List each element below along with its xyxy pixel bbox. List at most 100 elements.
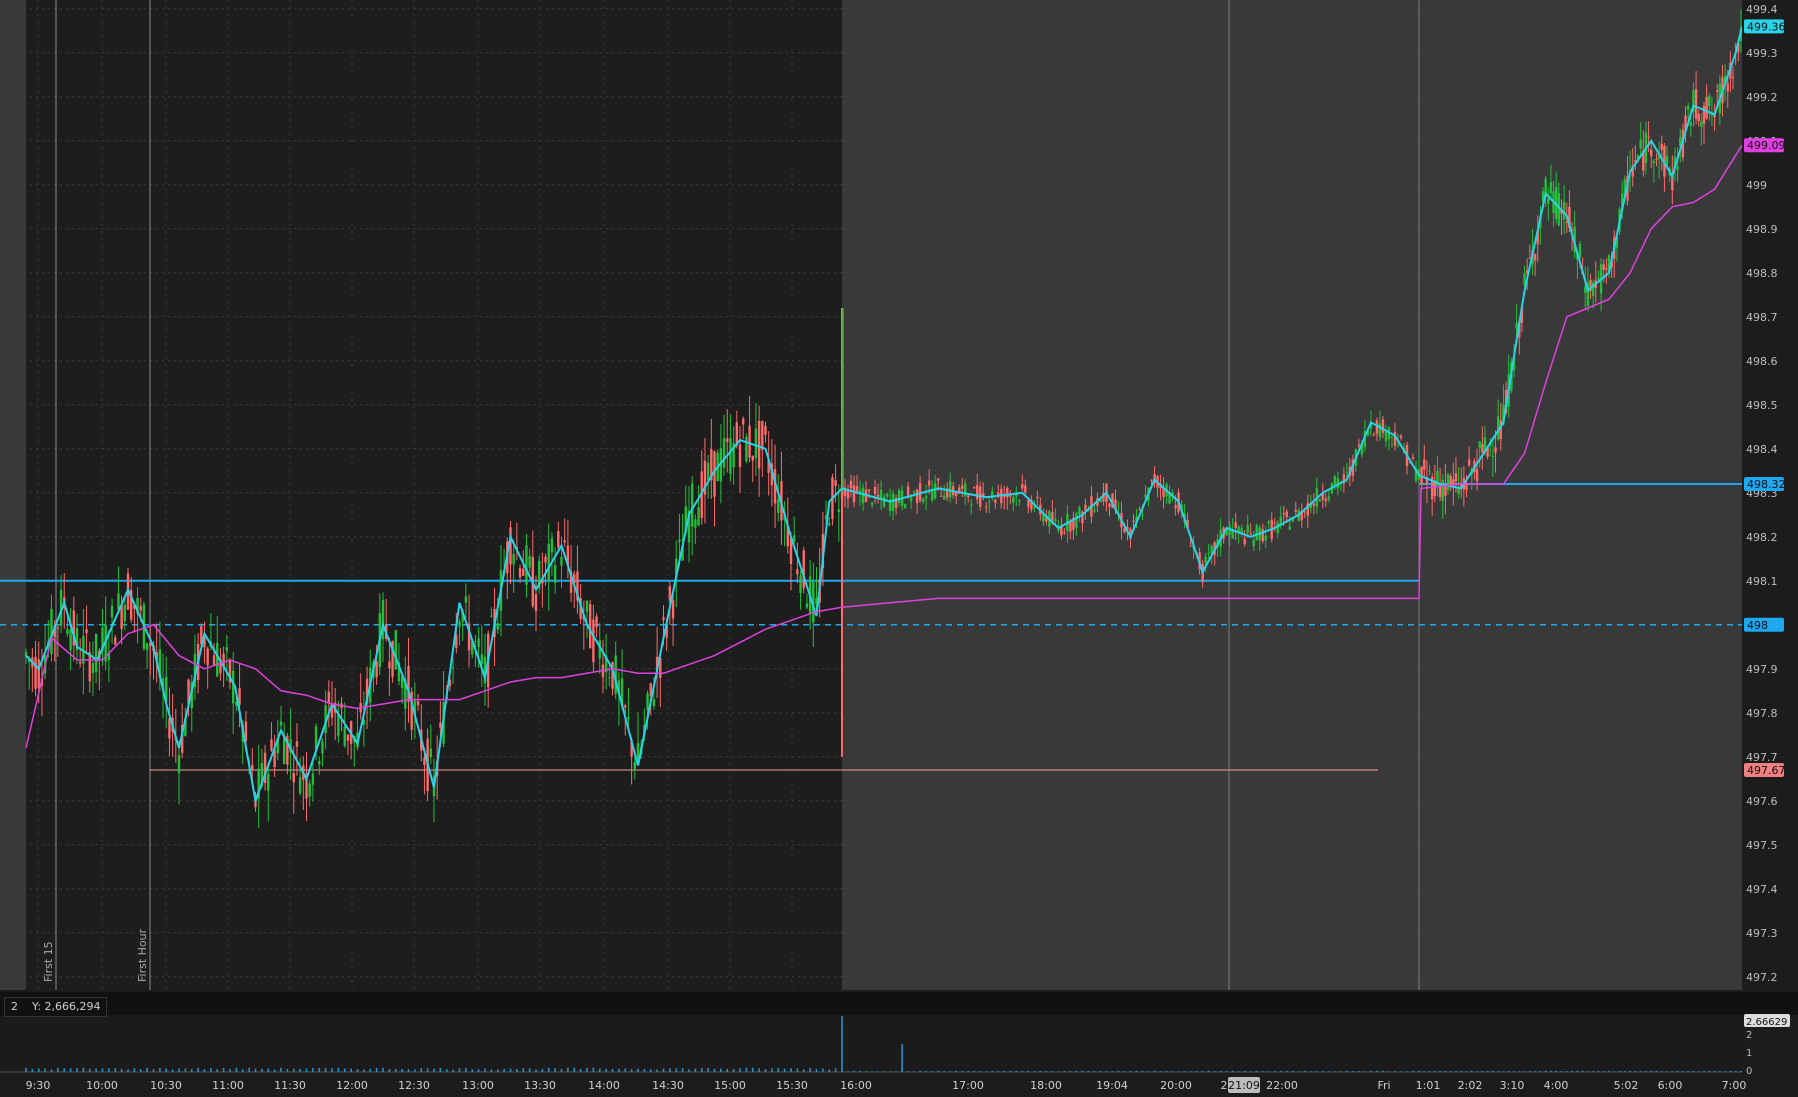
candle-body	[927, 480, 931, 486]
volume-bar	[1423, 1071, 1426, 1072]
candle-body	[394, 630, 397, 670]
volume-bar	[286, 1069, 289, 1072]
volume-bar	[901, 1044, 903, 1072]
candle-body	[754, 428, 758, 459]
y-tick-label: 498.8	[1746, 267, 1778, 280]
candle-body	[1475, 469, 1479, 482]
volume-bar	[764, 1069, 767, 1072]
volume-bar	[783, 1068, 786, 1072]
volume-bar	[567, 1067, 569, 1072]
candle-body	[867, 489, 871, 491]
volume-bar	[700, 1068, 703, 1072]
volume-bar	[1334, 1071, 1336, 1072]
candle-body	[139, 606, 142, 611]
volume-bar	[1027, 1070, 1030, 1072]
candle-body	[1686, 105, 1690, 110]
volume-bar	[439, 1067, 442, 1072]
price-chart[interactable]: 497.2 497.3 497.4 497.5 497.6 497.7 497.8 497.9…	[0, 0, 1798, 1097]
candle-body	[1294, 509, 1297, 512]
candle-body	[1234, 522, 1237, 528]
volume-bar	[101, 1068, 104, 1072]
candle-body	[942, 495, 946, 500]
volume-bar	[985, 1071, 988, 1072]
x-tick-label: 7:00	[1722, 1079, 1747, 1092]
volume-bar	[37, 1068, 40, 1072]
candle-body	[66, 629, 69, 634]
volume-bar	[720, 1068, 722, 1072]
volume-bar	[452, 1069, 454, 1072]
x-tick-label: 2:02	[1458, 1079, 1483, 1092]
volume-bar	[299, 1068, 301, 1072]
candle-body	[550, 538, 554, 553]
volume-bar	[1195, 1070, 1198, 1072]
y-tick-label: 498.6	[1746, 355, 1778, 368]
candle-body	[212, 655, 216, 666]
volume-bar	[745, 1067, 748, 1072]
candle-body	[1702, 105, 1706, 124]
pane-index: 2	[11, 1000, 18, 1013]
y-tick-label: 498.2	[1746, 531, 1778, 544]
volume-bar	[973, 1070, 976, 1072]
session-marker-label: First 15	[42, 941, 55, 982]
candle-body	[1700, 121, 1703, 127]
candle-body	[1132, 520, 1135, 522]
x-tick-label: 11:00	[212, 1079, 244, 1092]
candle-body	[145, 643, 149, 650]
candle-body	[1731, 76, 1735, 78]
volume-bar	[547, 1067, 550, 1072]
candle-body	[177, 755, 181, 773]
volume-bar	[114, 1068, 117, 1072]
candle-body	[1494, 447, 1497, 453]
volume-bar	[235, 1067, 238, 1072]
volume-bar	[1231, 1070, 1234, 1072]
volume-bar	[1177, 1071, 1180, 1072]
candle-body	[909, 497, 913, 502]
candle-body	[1318, 499, 1322, 502]
volume-bar	[1117, 1070, 1120, 1072]
volume-bar	[1507, 1070, 1510, 1072]
volume-bar	[1692, 1070, 1695, 1072]
volume-bar	[598, 1068, 601, 1072]
volume-bar	[1449, 1071, 1452, 1072]
x-tick-label: 12:00	[336, 1079, 368, 1092]
volume-bar	[979, 1071, 982, 1072]
volume-bar	[1539, 1070, 1542, 1072]
volume-bar	[1147, 1071, 1150, 1072]
candle-body	[563, 540, 566, 543]
volume-bar	[828, 1069, 831, 1072]
x-tick-label: Fri	[1377, 1079, 1390, 1092]
volume-bar	[1703, 1070, 1705, 1072]
regular-session-bg	[26, 0, 842, 990]
x-tick-label: 14:30	[652, 1079, 684, 1092]
x-tick-label: 15:00	[714, 1079, 746, 1092]
candle-body	[1652, 160, 1656, 164]
volume-bar	[1555, 1070, 1558, 1072]
candle-body	[346, 734, 350, 741]
candle-body	[416, 701, 420, 706]
volume-bar	[618, 1068, 620, 1072]
volume-bar	[1486, 1071, 1489, 1072]
volume-bar	[1650, 1070, 1653, 1072]
volume-bar	[943, 1070, 945, 1072]
candle-body	[547, 543, 550, 581]
candle-body	[1327, 496, 1331, 500]
volume-bar	[1434, 1071, 1436, 1072]
volume-bar	[955, 1070, 957, 1072]
candle-body	[464, 596, 468, 603]
volume-bar	[292, 1068, 295, 1072]
volume-bar	[1645, 1071, 1647, 1072]
volume-bar	[541, 1068, 544, 1072]
candle-body	[321, 741, 324, 754]
candle-body	[1075, 513, 1078, 528]
candle-body	[231, 670, 235, 704]
volume-bar	[925, 1070, 927, 1072]
volume-bar	[822, 1068, 824, 1072]
volume-bar	[1310, 1071, 1312, 1072]
volume-bar	[1460, 1070, 1463, 1072]
x-tick-label: 5:02	[1614, 1079, 1639, 1092]
volume-bar	[490, 1069, 493, 1072]
volume-bar	[25, 1067, 27, 1072]
candle-body	[216, 642, 219, 677]
candle-body	[988, 501, 991, 503]
volume-bar	[796, 1068, 799, 1072]
